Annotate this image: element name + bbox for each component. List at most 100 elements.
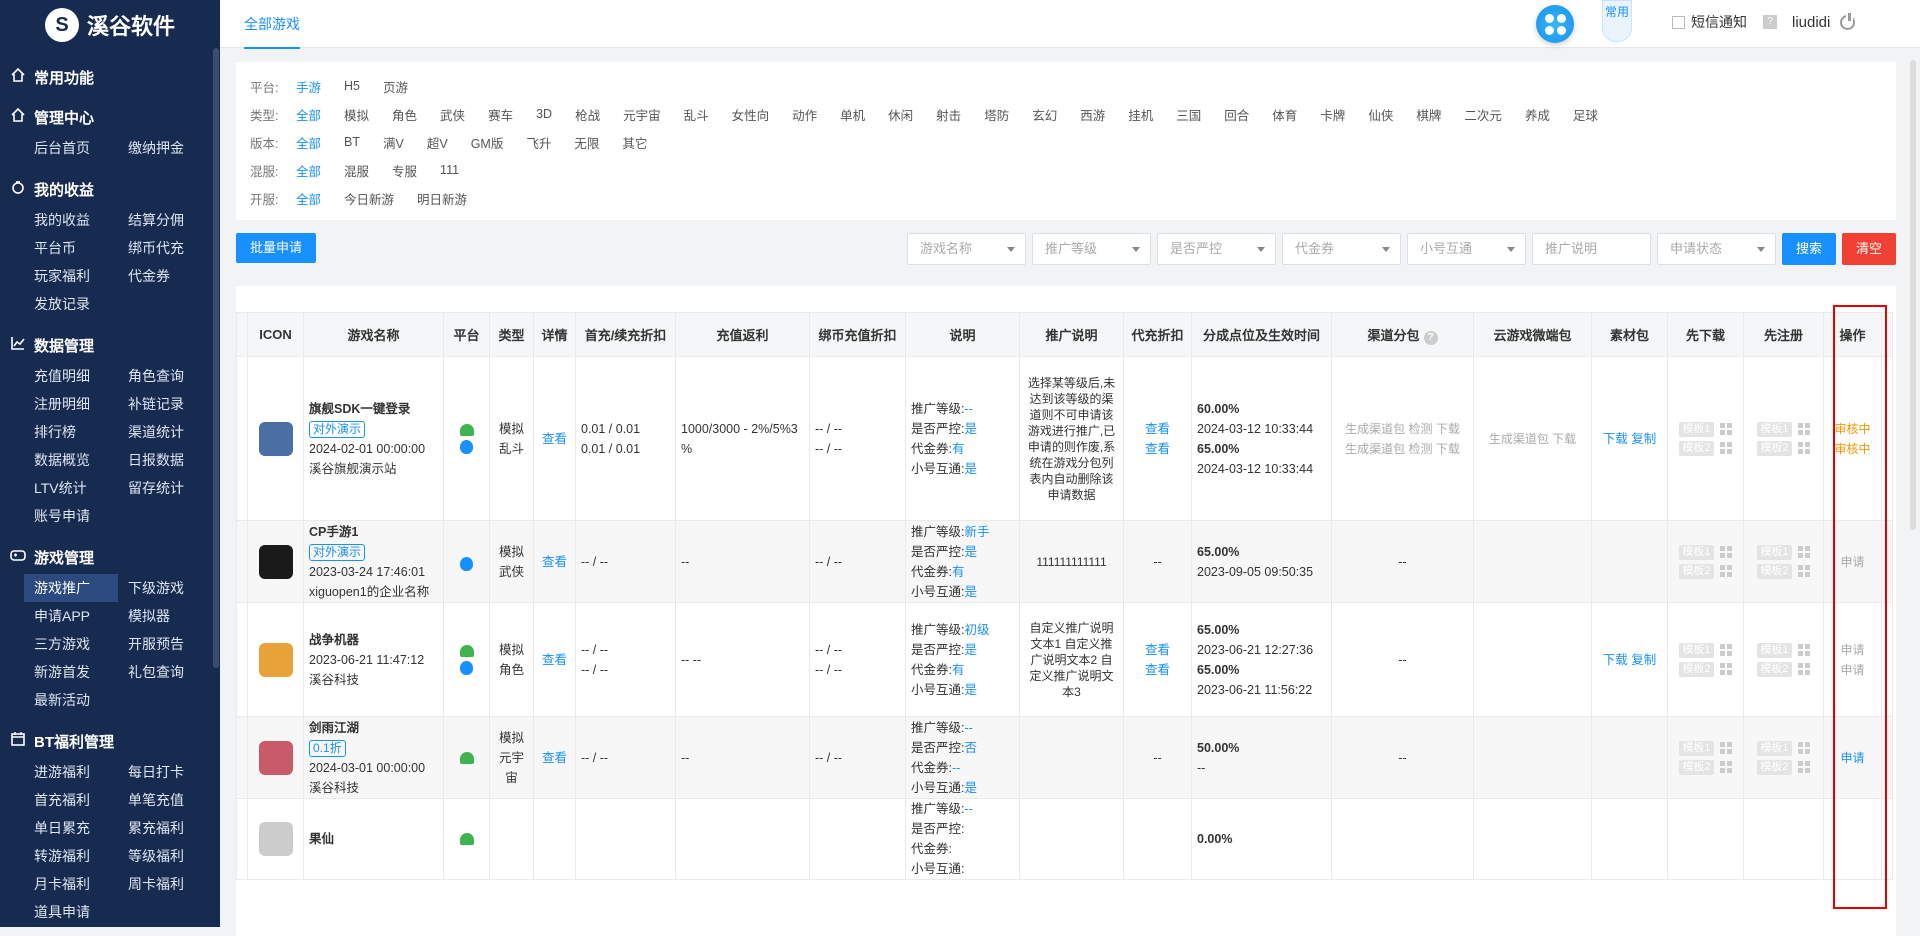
filter-option[interactable]: 手游 [296, 77, 321, 96]
filter-option[interactable]: 无限 [574, 133, 599, 152]
sidebar-item[interactable]: 绑币代充 [118, 234, 212, 262]
sidebar-item[interactable]: 游戏推广 [24, 574, 118, 602]
sidebar-item[interactable]: 平台币 [24, 234, 118, 262]
tab-all-games[interactable]: 全部游戏 [244, 14, 300, 49]
filter-option[interactable]: 体育 [1272, 105, 1297, 124]
template-badge[interactable]: 模板2 [1679, 440, 1714, 456]
sidebar-item[interactable]: 单笔充值 [118, 786, 212, 814]
sidebar-item[interactable]: 三方游戏 [24, 630, 118, 658]
sidebar-item[interactable]: 累充福利 [118, 814, 212, 842]
sidebar-item[interactable]: 后台首页 [24, 134, 118, 162]
copy-link[interactable]: 复制 [1631, 653, 1656, 667]
sidebar-item[interactable]: 等级福利 [118, 842, 212, 870]
game-name[interactable]: CP手游1 [309, 522, 438, 542]
sidebar-section-2[interactable]: 我的收益 [0, 176, 220, 202]
filter-select[interactable]: 是否严控 [1157, 233, 1276, 265]
filter-option[interactable]: 混服 [344, 161, 369, 180]
sidebar-item[interactable]: LTV统计 [24, 474, 118, 502]
sidebar-item[interactable]: 补链记录 [118, 390, 212, 418]
qrcode-icon[interactable] [1797, 742, 1810, 754]
filter-option[interactable]: 卡牌 [1320, 105, 1345, 124]
game-name[interactable]: 旗舰SDK一键登录 [309, 399, 438, 419]
qrcode-icon[interactable] [1719, 546, 1732, 558]
sidebar-item[interactable]: 发放记录 [24, 290, 118, 318]
sidebar-item[interactable]: 转游福利 [24, 842, 118, 870]
filter-option[interactable]: 射击 [936, 105, 961, 124]
sidebar-item[interactable]: 留存统计 [118, 474, 212, 502]
sidebar-section-1[interactable]: 管理中心 [0, 104, 220, 130]
game-icon[interactable] [258, 740, 293, 775]
filter-option[interactable]: 全部 [296, 133, 321, 152]
sidebar-item[interactable]: 渠道统计 [118, 418, 212, 446]
qrcode-icon[interactable] [1797, 761, 1810, 773]
filter-option[interactable]: 明日新游 [417, 189, 467, 208]
agent-discount-value[interactable]: 查看 [1129, 640, 1186, 660]
filter-option[interactable]: 模拟 [344, 105, 369, 124]
sidebar-item[interactable]: 模拟器 [118, 602, 212, 630]
filter-option[interactable]: 满V [383, 133, 404, 152]
filter-select[interactable]: 小号互通 [1407, 233, 1526, 265]
filter-option[interactable]: 全部 [296, 189, 321, 208]
game-icon[interactable] [258, 421, 293, 456]
filter-option[interactable]: 棋牌 [1416, 105, 1441, 124]
sidebar-item[interactable]: 玩家福利 [24, 262, 118, 290]
sidebar-item[interactable]: 道具申请 [24, 898, 118, 926]
user-menu[interactable]: liudidi [1792, 13, 1856, 31]
filter-option[interactable]: BT [344, 135, 360, 149]
template-badge[interactable]: 模板2 [1757, 440, 1792, 456]
cloud-pack-link[interactable]: 生成渠道包 下载 [1489, 432, 1576, 446]
sidebar-item[interactable]: 注册明细 [24, 390, 118, 418]
view-detail-link[interactable]: 查看 [542, 432, 567, 446]
sidebar-item[interactable]: 账号申请 [24, 502, 118, 530]
filter-option[interactable]: 全部 [296, 161, 321, 180]
row-checkbox[interactable] [236, 602, 248, 717]
power-icon[interactable] [1840, 13, 1856, 30]
filter-option[interactable]: 角色 [392, 105, 417, 124]
sidebar-item[interactable]: 进游福利 [24, 758, 118, 786]
filter-option[interactable]: 二次元 [1464, 105, 1502, 124]
qrcode-icon[interactable] [1797, 423, 1810, 435]
sidebar-section-5[interactable]: BT福利管理 [0, 728, 220, 754]
sms-notify[interactable]: 短信通知 ? [1672, 12, 1777, 32]
sidebar-section-4[interactable]: 游戏管理 [0, 544, 220, 570]
sidebar-item[interactable]: 缴纳押金 [118, 134, 212, 162]
qrcode-icon[interactable] [1797, 644, 1810, 656]
qrcode-icon[interactable] [1719, 565, 1732, 577]
sidebar-scrollbar[interactable] [213, 48, 219, 668]
view-detail-link[interactable]: 查看 [542, 653, 567, 667]
template-badge[interactable]: 模板1 [1679, 421, 1714, 437]
filter-option[interactable]: 三国 [1176, 105, 1201, 124]
template-badge[interactable]: 模板1 [1679, 740, 1714, 756]
agent-discount-value[interactable]: 查看 [1129, 439, 1186, 459]
filter-option[interactable]: 页游 [383, 77, 408, 96]
sidebar-item[interactable]: 代金券 [118, 262, 212, 290]
sidebar-item[interactable]: 每日打卡 [118, 758, 212, 786]
filter-option[interactable]: 超V [427, 133, 448, 152]
game-name[interactable]: 果仙 [309, 829, 438, 849]
filter-option[interactable]: 全部 [296, 105, 321, 124]
filter-option[interactable]: GM版 [471, 133, 504, 152]
clear-button[interactable]: 清空 [1842, 233, 1896, 265]
filter-option[interactable]: 飞升 [526, 133, 551, 152]
template-badge[interactable]: 模板2 [1679, 563, 1714, 579]
sidebar-item[interactable]: 我的收益 [24, 206, 118, 234]
filter-option[interactable]: 武侠 [440, 105, 465, 124]
row-checkbox[interactable] [236, 716, 248, 799]
template-badge[interactable]: 模板1 [1757, 740, 1792, 756]
batch-apply-button[interactable]: 批量申请 [236, 233, 317, 263]
sidebar-item[interactable]: 下级游戏 [118, 574, 212, 602]
sidebar-item[interactable]: 结算分佣 [118, 206, 212, 234]
search-button[interactable]: 搜索 [1782, 233, 1836, 265]
filter-option[interactable]: 回合 [1224, 105, 1249, 124]
qrcode-icon[interactable] [1719, 663, 1732, 675]
qrcode-icon[interactable] [1719, 423, 1732, 435]
qrcode-icon[interactable] [1797, 546, 1810, 558]
agent-discount-value[interactable]: 查看 [1129, 419, 1186, 439]
template-badge[interactable]: 模板2 [1679, 661, 1714, 677]
qrcode-icon[interactable] [1797, 663, 1810, 675]
filter-option[interactable]: 挂机 [1128, 105, 1153, 124]
download-link[interactable]: 下载 [1603, 432, 1631, 446]
template-badge[interactable]: 模板2 [1757, 661, 1792, 677]
filter-option[interactable]: 塔防 [984, 105, 1009, 124]
template-badge[interactable]: 模板1 [1757, 544, 1792, 560]
